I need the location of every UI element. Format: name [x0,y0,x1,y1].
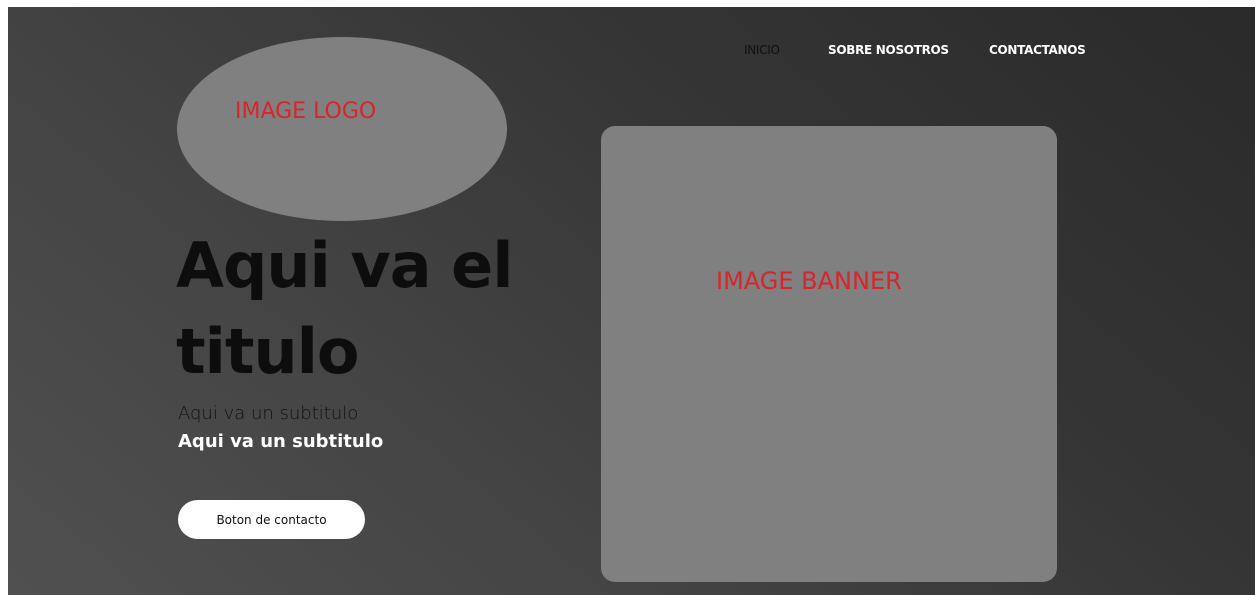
logo-image-placeholder: IMAGE LOGO [177,37,507,221]
hero-subtitle-light: Aqui va un subtitulo [178,403,359,424]
landing-page: INICIO SOBRE NOSOTROS CONTACTANOS IMAGE … [8,7,1255,595]
hero-subtitle-bold: Aqui va un subtitulo [178,431,384,452]
banner-placeholder-label: IMAGE BANNER [716,267,902,295]
nav-link-contactanos[interactable]: CONTACTANOS [989,43,1086,57]
banner-image-placeholder: IMAGE BANNER [601,126,1057,582]
contact-button[interactable]: Boton de contacto [178,500,365,539]
nav-link-inicio[interactable]: INICIO [744,43,780,57]
nav-link-sobre-nosotros[interactable]: SOBRE NOSOTROS [828,43,949,57]
hero-title: Aqui va el titulo [176,229,513,388]
logo-placeholder-label: IMAGE LOGO [235,99,377,124]
